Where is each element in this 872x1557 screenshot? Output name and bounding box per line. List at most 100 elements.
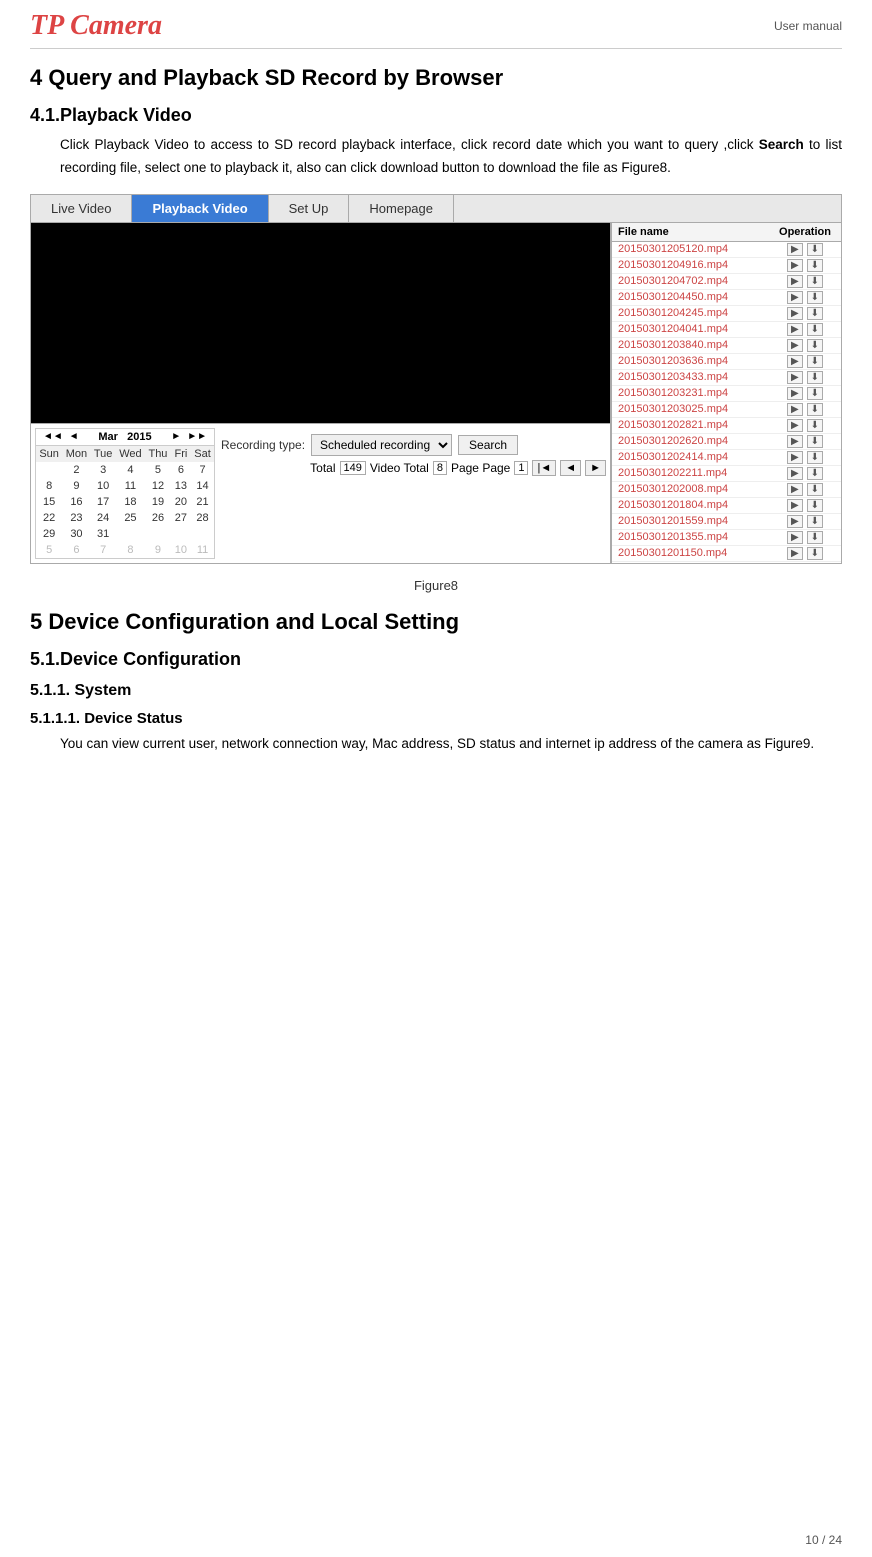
table-row[interactable]: 20150301203025.mp4▶⬇ xyxy=(612,402,841,418)
cal-prev-year[interactable]: ◄◄ xyxy=(40,431,66,442)
cal-cell[interactable]: 2 xyxy=(62,462,90,478)
cal-next-month[interactable]: ► xyxy=(168,431,184,442)
table-row[interactable]: 20150301204245.mp4▶⬇ xyxy=(612,306,841,322)
search-button[interactable]: Search xyxy=(458,435,518,455)
cal-cell[interactable]: 7 xyxy=(91,542,116,558)
download-button[interactable]: ⬇ xyxy=(807,339,823,352)
cal-cell[interactable]: 8 xyxy=(116,542,145,558)
cal-next-year[interactable]: ►► xyxy=(184,431,210,442)
cal-prev-month[interactable]: ◄ xyxy=(66,431,82,442)
cal-cell[interactable]: 25 xyxy=(116,510,145,526)
download-button[interactable]: ⬇ xyxy=(807,291,823,304)
cal-cell[interactable]: 20 xyxy=(171,494,191,510)
download-button[interactable]: ⬇ xyxy=(807,547,823,560)
cal-cell[interactable]: 15 xyxy=(36,494,62,510)
play-button[interactable]: ▶ xyxy=(787,323,803,336)
play-button[interactable]: ▶ xyxy=(787,515,803,528)
tab-set-up[interactable]: Set Up xyxy=(269,195,350,222)
table-row[interactable]: 20150301202620.mp4▶⬇ xyxy=(612,434,841,450)
download-button[interactable]: ⬇ xyxy=(807,419,823,432)
cal-cell[interactable]: 26 xyxy=(145,510,171,526)
table-row[interactable]: 20150301202821.mp4▶⬇ xyxy=(612,418,841,434)
page-prev[interactable]: ◄ xyxy=(560,460,581,476)
cal-cell[interactable]: 10 xyxy=(91,478,116,494)
cal-cell[interactable]: 28 xyxy=(191,510,214,526)
table-row[interactable]: 20150301204916.mp4▶⬇ xyxy=(612,258,841,274)
cal-cell[interactable]: 11 xyxy=(116,478,145,494)
download-button[interactable]: ⬇ xyxy=(807,259,823,272)
table-row[interactable]: 20150301203433.mp4▶⬇ xyxy=(612,370,841,386)
download-button[interactable]: ⬇ xyxy=(807,355,823,368)
download-button[interactable]: ⬇ xyxy=(807,467,823,480)
download-button[interactable]: ⬇ xyxy=(807,515,823,528)
table-row[interactable]: 20150301201804.mp4▶⬇ xyxy=(612,498,841,514)
play-button[interactable]: ▶ xyxy=(787,531,803,544)
play-button[interactable]: ▶ xyxy=(787,387,803,400)
play-button[interactable]: ▶ xyxy=(787,371,803,384)
table-row[interactable]: 20150301202211.mp4▶⬇ xyxy=(612,466,841,482)
table-row[interactable]: 20150301201355.mp4▶⬇ xyxy=(612,530,841,546)
play-button[interactable]: ▶ xyxy=(787,291,803,304)
cal-cell[interactable]: 21 xyxy=(191,494,214,510)
download-button[interactable]: ⬇ xyxy=(807,307,823,320)
play-button[interactable]: ▶ xyxy=(787,339,803,352)
cal-cell[interactable]: 18 xyxy=(116,494,145,510)
tab-live-video[interactable]: Live Video xyxy=(31,195,132,222)
cal-cell[interactable]: 5 xyxy=(36,542,62,558)
play-button[interactable]: ▶ xyxy=(787,499,803,512)
page-first[interactable]: |◄ xyxy=(532,460,556,476)
cal-cell[interactable]: 5 xyxy=(145,462,171,478)
recording-type-select[interactable]: Scheduled recording xyxy=(311,434,452,456)
play-button[interactable]: ▶ xyxy=(787,435,803,448)
cal-cell[interactable]: 29 xyxy=(36,526,62,542)
table-row[interactable]: 20150301205120.mp4▶⬇ xyxy=(612,242,841,258)
play-button[interactable]: ▶ xyxy=(787,403,803,416)
cal-cell[interactable]: 6 xyxy=(171,462,191,478)
cal-cell[interactable]: 23 xyxy=(62,510,90,526)
cal-cell[interactable]: 17 xyxy=(91,494,116,510)
table-row[interactable]: 20150301202008.mp4▶⬇ xyxy=(612,482,841,498)
cal-cell[interactable]: 14 xyxy=(191,478,214,494)
page-next[interactable]: ► xyxy=(585,460,606,476)
download-button[interactable]: ⬇ xyxy=(807,531,823,544)
cal-cell[interactable]: 16 xyxy=(62,494,90,510)
table-row[interactable]: 20150301202414.mp4▶⬇ xyxy=(612,450,841,466)
cal-cell[interactable]: 8 xyxy=(36,478,62,494)
download-button[interactable]: ⬇ xyxy=(807,275,823,288)
play-button[interactable]: ▶ xyxy=(787,275,803,288)
cal-cell[interactable]: 27 xyxy=(171,510,191,526)
tab-homepage[interactable]: Homepage xyxy=(349,195,454,222)
cal-cell[interactable]: 6 xyxy=(62,542,90,558)
cal-cell[interactable]: 19 xyxy=(145,494,171,510)
play-button[interactable]: ▶ xyxy=(787,355,803,368)
play-button[interactable]: ▶ xyxy=(787,547,803,560)
cal-cell[interactable]: 11 xyxy=(191,542,214,558)
download-button[interactable]: ⬇ xyxy=(807,371,823,384)
table-row[interactable]: 20150301201559.mp4▶⬇ xyxy=(612,514,841,530)
tab-playback-video[interactable]: Playback Video xyxy=(132,195,268,222)
cal-cell[interactable]: 3 xyxy=(91,462,116,478)
play-button[interactable]: ▶ xyxy=(787,419,803,432)
cal-cell[interactable]: 9 xyxy=(62,478,90,494)
play-button[interactable]: ▶ xyxy=(787,467,803,480)
table-row[interactable]: 20150301204041.mp4▶⬇ xyxy=(612,322,841,338)
cal-cell[interactable]: 24 xyxy=(91,510,116,526)
cal-cell[interactable]: 12 xyxy=(145,478,171,494)
play-button[interactable]: ▶ xyxy=(787,259,803,272)
table-row[interactable]: 20150301201150.mp4▶⬇ xyxy=(612,546,841,562)
download-button[interactable]: ⬇ xyxy=(807,499,823,512)
play-button[interactable]: ▶ xyxy=(787,451,803,464)
cal-cell[interactable]: 9 xyxy=(145,542,171,558)
table-row[interactable]: 20150301203231.mp4▶⬇ xyxy=(612,386,841,402)
cal-cell[interactable]: 10 xyxy=(171,542,191,558)
download-button[interactable]: ⬇ xyxy=(807,403,823,416)
cal-cell[interactable]: 4 xyxy=(116,462,145,478)
download-button[interactable]: ⬇ xyxy=(807,483,823,496)
cal-cell[interactable]: 22 xyxy=(36,510,62,526)
download-button[interactable]: ⬇ xyxy=(807,387,823,400)
cal-cell[interactable]: 31 xyxy=(91,526,116,542)
download-button[interactable]: ⬇ xyxy=(807,451,823,464)
download-button[interactable]: ⬇ xyxy=(807,435,823,448)
cal-cell[interactable]: 30 xyxy=(62,526,90,542)
play-button[interactable]: ▶ xyxy=(787,243,803,256)
